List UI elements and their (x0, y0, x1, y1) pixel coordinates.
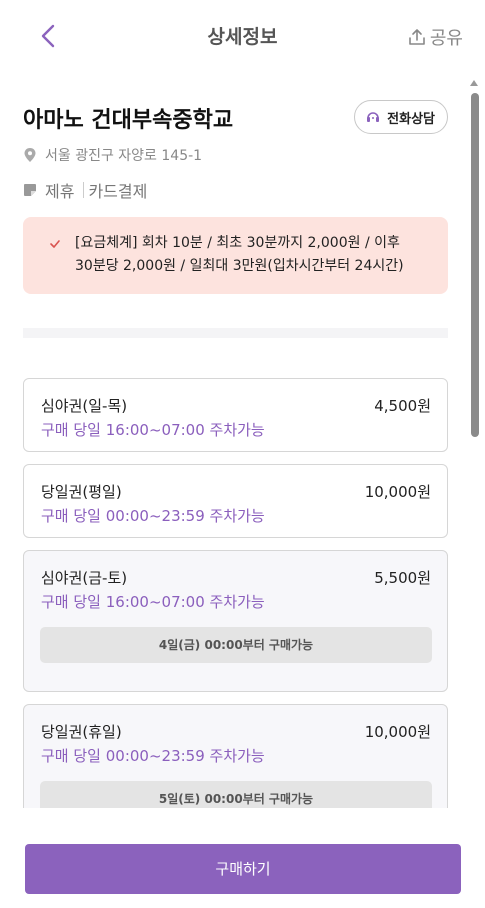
address-row: 서울 광진구 자양로 145-1 (23, 145, 202, 165)
fee-notice-text: [요금체계] 회차 10분 / 최초 30분까지 2,000원 / 이후 30분… (75, 232, 404, 294)
ticket-name: 당일권(평일) (41, 483, 122, 501)
share-upload-icon (409, 29, 425, 45)
header: 상세정보 공유 (0, 0, 485, 72)
ticket-card[interactable]: 당일권(평일) 10,000원 구매 당일 00:00~23:59 주차가능 (23, 464, 448, 538)
location-pin-icon (24, 148, 36, 162)
buy-button[interactable]: 구매하기 (25, 844, 461, 894)
ticket-time: 구매 당일 16:00~07:00 주차가능 (41, 421, 265, 439)
bottom-bar: 구매하기 (0, 808, 485, 908)
share-button[interactable]: 공유 (408, 24, 463, 50)
ticket-name: 심야권(일-목) (41, 397, 128, 415)
share-label: 공유 (429, 28, 463, 49)
tag-icon (24, 184, 36, 196)
parking-lot-name: 아마노 건대부속중학교 (23, 108, 234, 133)
fee-notice-line: 30분당 2,000원 / 일최대 3만원(입차시간부터 24시간) (75, 258, 404, 274)
ticket-availability-note: 4일(금) 00:00부터 구매가능 (40, 627, 432, 663)
ticket-card: 심야권(금-토) 5,500원 구매 당일 16:00~07:00 주차가능 4… (23, 550, 448, 692)
ticket-price: 5,500원 (374, 569, 431, 587)
check-icon (50, 240, 60, 248)
ticket-card: 당일권(휴일) 10,000원 구매 당일 00:00~23:59 주차가능 5… (23, 704, 448, 808)
ticket-time: 구매 당일 16:00~07:00 주차가능 (41, 593, 265, 611)
tag-partner: 제휴 (45, 182, 75, 201)
call-consult-button[interactable]: 전화상담 (354, 100, 448, 134)
section-divider (23, 328, 448, 338)
detail-content[interactable]: 아마노 건대부속중학교 전화상담 서울 광진구 자양로 145-1 제휴 카드결… (0, 72, 485, 808)
ticket-time: 구매 당일 00:00~23:59 주차가능 (41, 747, 265, 765)
scroll-up-arrow-icon[interactable] (470, 80, 478, 86)
fee-notice: [요금체계] 회차 10분 / 최초 30분까지 2,000원 / 이후 30분… (23, 217, 448, 294)
ticket-name: 심야권(금-토) (41, 569, 128, 587)
ticket-price: 4,500원 (374, 397, 431, 415)
address-text: 서울 광진구 자양로 145-1 (45, 148, 203, 164)
fee-notice-line: [요금체계] 회차 10분 / 최초 30분까지 2,000원 / 이후 (75, 235, 400, 251)
ticket-price: 10,000원 (364, 723, 431, 741)
tag-card-payment: 카드결제 (88, 182, 148, 201)
call-consult-label: 전화상담 (387, 111, 435, 127)
tag-divider (83, 182, 85, 198)
headset-icon (367, 112, 380, 122)
ticket-name: 당일권(휴일) (41, 723, 122, 741)
ticket-availability-note: 5일(토) 00:00부터 구매가능 (40, 781, 432, 808)
ticket-card[interactable]: 심야권(일-목) 4,500원 구매 당일 16:00~07:00 주차가능 (23, 378, 448, 452)
ticket-time: 구매 당일 00:00~23:59 주차가능 (41, 507, 265, 525)
scrollbar-thumb[interactable] (471, 93, 479, 437)
ticket-price: 10,000원 (364, 483, 431, 501)
tags-row: 제휴 카드결제 (23, 178, 156, 202)
